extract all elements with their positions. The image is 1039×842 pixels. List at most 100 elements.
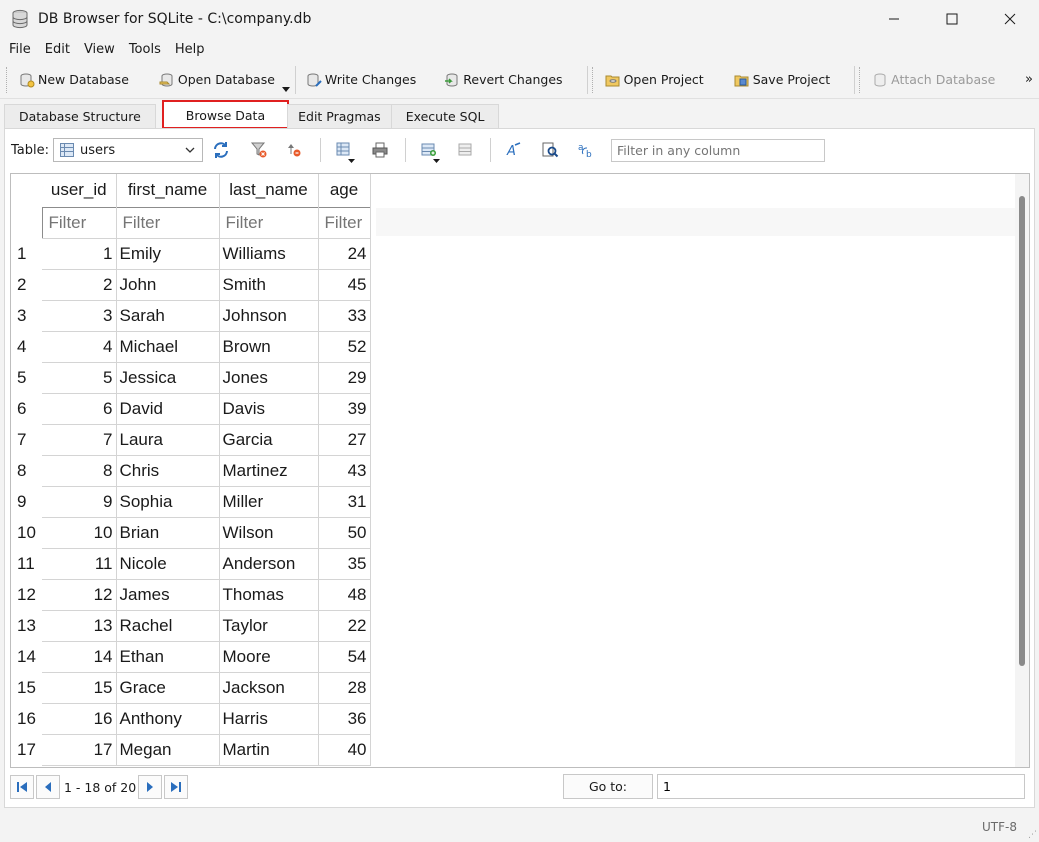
- row-number[interactable]: 9: [11, 486, 42, 517]
- cell-age[interactable]: 48: [318, 579, 371, 611]
- previous-page-button[interactable]: [36, 775, 60, 799]
- cell-last-name[interactable]: Brown: [219, 331, 319, 363]
- cell-first-name[interactable]: Sophia: [116, 486, 220, 518]
- find-replace-button[interactable]: ab: [571, 137, 601, 163]
- cell-first-name[interactable]: Emily: [116, 238, 220, 270]
- refresh-button[interactable]: [206, 137, 236, 163]
- cell-first-name[interactable]: David: [116, 393, 220, 425]
- scrollbar-thumb[interactable]: [1019, 196, 1025, 666]
- cell-first-name[interactable]: Anthony: [116, 703, 220, 735]
- row-number[interactable]: 12: [11, 579, 42, 610]
- column-header-user-id[interactable]: user_id: [42, 174, 117, 207]
- toolbar-overflow-button[interactable]: »: [1025, 72, 1033, 87]
- cell-last-name[interactable]: Miller: [219, 486, 319, 518]
- toolbar-grip[interactable]: [859, 66, 862, 93]
- cell-last-name[interactable]: Jones: [219, 362, 319, 394]
- cell-last-name[interactable]: Martin: [219, 734, 319, 766]
- cell-age[interactable]: 40: [318, 734, 371, 766]
- table-row[interactable]: 13 13 Rachel Taylor 22: [11, 610, 371, 642]
- cell-user-id[interactable]: 8: [42, 455, 117, 487]
- row-number[interactable]: 8: [11, 455, 42, 486]
- first-page-button[interactable]: [10, 775, 34, 799]
- cell-first-name[interactable]: Rachel: [116, 610, 220, 642]
- table-row[interactable]: 12 12 James Thomas 48: [11, 579, 371, 611]
- cell-user-id[interactable]: 10: [42, 517, 117, 549]
- cell-first-name[interactable]: Laura: [116, 424, 220, 456]
- table-row[interactable]: 5 5 Jessica Jones 29: [11, 362, 371, 394]
- table-row[interactable]: 14 14 Ethan Moore 54: [11, 641, 371, 673]
- clear-filters-button[interactable]: [244, 137, 274, 163]
- table-row[interactable]: 11 11 Nicole Anderson 35: [11, 548, 371, 580]
- column-header-age[interactable]: age: [318, 174, 371, 207]
- menu-help[interactable]: Help: [168, 42, 212, 57]
- write-changes-button[interactable]: Write Changes: [300, 65, 422, 95]
- maximize-button[interactable]: [923, 0, 981, 38]
- cell-user-id[interactable]: 15: [42, 672, 117, 704]
- size-grip-icon[interactable]: ⋰: [1028, 830, 1037, 840]
- table-row[interactable]: 6 6 David Davis 39: [11, 393, 371, 425]
- next-page-button[interactable]: [138, 775, 163, 799]
- row-number[interactable]: 3: [11, 300, 42, 331]
- cell-user-id[interactable]: 12: [42, 579, 117, 611]
- cell-first-name[interactable]: John: [116, 269, 220, 301]
- menu-edit[interactable]: Edit: [38, 42, 77, 57]
- cell-last-name[interactable]: Martinez: [219, 455, 319, 487]
- row-number[interactable]: 6: [11, 393, 42, 424]
- cell-age[interactable]: 33: [318, 300, 371, 332]
- cell-age[interactable]: 27: [318, 424, 371, 456]
- save-project-button[interactable]: Save Project: [728, 65, 836, 95]
- minimize-button[interactable]: [865, 0, 923, 38]
- cell-age[interactable]: 52: [318, 331, 371, 363]
- toolbar-grip[interactable]: [591, 66, 595, 93]
- tab-database-structure[interactable]: Database Structure: [4, 104, 156, 128]
- cell-last-name[interactable]: Johnson: [219, 300, 319, 332]
- goto-input[interactable]: [657, 774, 1025, 799]
- column-header-first-name[interactable]: first_name: [116, 174, 220, 207]
- cell-age[interactable]: 31: [318, 486, 371, 518]
- corner-header[interactable]: [11, 174, 42, 207]
- cell-first-name[interactable]: Brian: [116, 517, 220, 549]
- goto-button[interactable]: Go to:: [563, 774, 653, 799]
- cell-last-name[interactable]: Thomas: [219, 579, 319, 611]
- revert-changes-button[interactable]: Revert Changes: [438, 65, 568, 95]
- cell-age[interactable]: 36: [318, 703, 371, 735]
- row-number[interactable]: 2: [11, 269, 42, 300]
- menu-file[interactable]: File: [0, 42, 38, 57]
- cell-age[interactable]: 43: [318, 455, 371, 487]
- tab-edit-pragmas[interactable]: Edit Pragmas: [287, 104, 392, 128]
- cell-last-name[interactable]: Williams: [219, 238, 319, 270]
- table-row[interactable]: 10 10 Brian Wilson 50: [11, 517, 371, 549]
- menu-tools[interactable]: Tools: [122, 42, 168, 57]
- cell-user-id[interactable]: 7: [42, 424, 117, 456]
- cell-first-name[interactable]: Megan: [116, 734, 220, 766]
- cell-last-name[interactable]: Anderson: [219, 548, 319, 580]
- tab-browse-data[interactable]: Browse Data: [161, 100, 290, 129]
- cell-last-name[interactable]: Taylor: [219, 610, 319, 642]
- table-row[interactable]: 16 16 Anthony Harris 36: [11, 703, 371, 735]
- table-row[interactable]: 2 2 John Smith 45: [11, 269, 371, 301]
- cell-first-name[interactable]: Sarah: [116, 300, 220, 332]
- table-row[interactable]: 1 1 Emily Williams 24: [11, 238, 371, 270]
- cell-first-name[interactable]: Ethan: [116, 641, 220, 673]
- filter-input-user-id[interactable]: [45, 209, 113, 236]
- table-row[interactable]: 8 8 Chris Martinez 43: [11, 455, 371, 487]
- cell-age[interactable]: 22: [318, 610, 371, 642]
- column-header-last-name[interactable]: last_name: [219, 174, 319, 207]
- row-number[interactable]: 4: [11, 331, 42, 362]
- cell-last-name[interactable]: Jackson: [219, 672, 319, 704]
- cell-last-name[interactable]: Moore: [219, 641, 319, 673]
- cell-age[interactable]: 29: [318, 362, 371, 394]
- cell-first-name[interactable]: Chris: [116, 455, 220, 487]
- filter-input-last-name[interactable]: [222, 209, 315, 236]
- find-button[interactable]: [535, 137, 565, 163]
- row-number[interactable]: 16: [11, 703, 42, 734]
- cell-first-name[interactable]: Grace: [116, 672, 220, 704]
- row-number[interactable]: 5: [11, 362, 42, 393]
- format-button[interactable]: A: [499, 137, 529, 163]
- save-table-button[interactable]: [329, 137, 359, 163]
- cell-first-name[interactable]: Nicole: [116, 548, 220, 580]
- row-number[interactable]: 13: [11, 610, 42, 641]
- insert-record-button[interactable]: [414, 137, 444, 163]
- cell-user-id[interactable]: 1: [42, 238, 117, 270]
- cell-last-name[interactable]: Garcia: [219, 424, 319, 456]
